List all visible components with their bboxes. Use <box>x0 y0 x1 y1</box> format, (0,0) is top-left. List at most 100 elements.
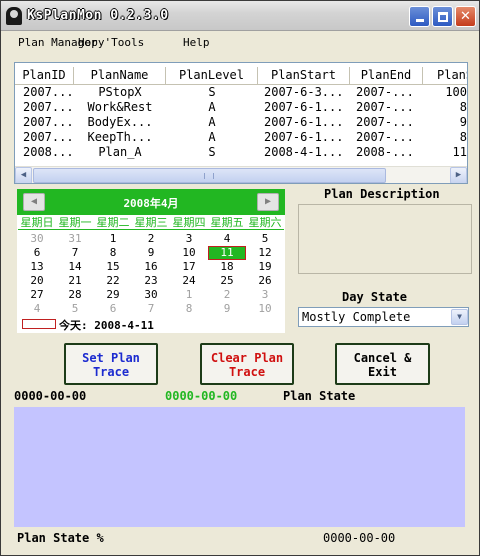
chevron-down-icon[interactable]: ▼ <box>451 309 468 325</box>
table-row[interactable]: 2007... KeepTh... A 2007-6-1... 2007-...… <box>15 130 467 145</box>
calendar-day[interactable]: 1 <box>94 232 132 246</box>
cell-planid: 2007... <box>23 130 74 144</box>
calendar-day[interactable]: 30 <box>18 232 56 246</box>
today-label[interactable]: 今天: 2008-4-11 <box>59 317 154 333</box>
scrollbar-thumb[interactable] <box>33 168 386 183</box>
calendar-day[interactable]: 9 <box>208 302 246 316</box>
calendar-day[interactable]: 27 <box>18 288 56 302</box>
calendar-day[interactable]: 31 <box>56 232 94 246</box>
plan-state-label: Plan State <box>283 389 356 403</box>
calendar-day[interactable]: 7 <box>56 246 94 260</box>
calendar-day[interactable]: 12 <box>246 246 284 260</box>
calendar-week-row: 13 14 15 16 17 18 19 <box>18 260 284 274</box>
cell-planstart: 2007-6-1... <box>264 115 344 129</box>
calendar-day[interactable]: 3 <box>246 288 284 302</box>
calendar-day[interactable]: 4 <box>18 302 56 316</box>
cell-planid: 2008... <box>23 145 74 159</box>
calendar-day[interactable]: 25 <box>208 274 246 288</box>
calendar-day[interactable]: 2 <box>208 288 246 302</box>
maximize-button[interactable] <box>432 6 453 27</box>
calendar-day[interactable]: 26 <box>246 274 284 288</box>
cell-planlevel: A <box>208 100 216 114</box>
table-row[interactable]: 2007... PStopX S 2007-6-3... 2007-... 10… <box>15 85 467 100</box>
cell-planname: Work&Rest <box>87 100 153 114</box>
cell-planspan: 8 <box>459 100 467 114</box>
menu-hopy-tools[interactable]: Hopy'Tools <box>78 36 144 49</box>
minimize-button[interactable] <box>409 6 430 27</box>
calendar-day[interactable]: 18 <box>208 260 246 274</box>
scroll-left-arrow-icon[interactable]: ◀ <box>15 167 32 183</box>
calendar-day[interactable]: 10 <box>246 302 284 316</box>
table-row[interactable]: 2008... Plan_A S 2008-4-1... 2008-... 11 <box>15 145 467 160</box>
column-header-planend[interactable]: PlanEnd <box>350 67 423 85</box>
plan-description-box[interactable] <box>298 204 472 274</box>
title-bar[interactable]: KsPlanMon 0.2.3.0 ✕ <box>1 1 479 31</box>
horizontal-scrollbar[interactable]: ◀ ▶ <box>15 166 467 183</box>
calendar-day[interactable]: 3 <box>170 232 208 246</box>
calendar-day[interactable]: 29 <box>94 288 132 302</box>
calendar-day[interactable]: 4 <box>208 232 246 246</box>
cell-planspan: 8 <box>459 130 467 144</box>
plan-state-percent-label: Plan State % <box>17 531 104 545</box>
calendar-day[interactable]: 8 <box>170 302 208 316</box>
cell-planname: BodyEx... <box>87 115 153 129</box>
calendar-day[interactable]: 24 <box>170 274 208 288</box>
calendar-day[interactable]: 28 <box>56 288 94 302</box>
plan-list-grid[interactable]: PlanID PlanName PlanLevel PlanStart Plan… <box>14 62 468 184</box>
maximize-icon <box>437 11 448 22</box>
calendar-day[interactable]: 19 <box>246 260 284 274</box>
calendar-day[interactable]: 8 <box>94 246 132 260</box>
minimize-icon <box>415 19 424 22</box>
calendar-day[interactable]: 6 <box>18 246 56 260</box>
close-button[interactable]: ✕ <box>455 6 476 27</box>
column-header-planid[interactable]: PlanID <box>15 67 74 85</box>
column-header-planspan[interactable]: PlanSpa <box>423 67 467 85</box>
set-plan-trace-button[interactable]: Set Plan Trace <box>64 343 158 385</box>
weekday-label: 星期日 <box>20 216 54 229</box>
calendar-day[interactable]: 30 <box>132 288 170 302</box>
calendar-day[interactable]: 6 <box>94 302 132 316</box>
day-state-select[interactable]: Mostly Complete ▼ <box>298 307 469 327</box>
weekday-header: 星期日 星期一 星期二 星期三 星期四 星期五 星期六 <box>18 216 284 230</box>
weekday-label: 星期四 <box>172 216 206 229</box>
weekday-label: 星期一 <box>58 216 92 229</box>
next-month-button[interactable]: ▶ <box>257 193 279 211</box>
column-header-planlevel[interactable]: PlanLevel <box>166 67 258 85</box>
calendar-month-label[interactable]: 2008年4月 <box>17 195 285 211</box>
calendar-day[interactable]: 7 <box>132 302 170 316</box>
cancel-exit-button[interactable]: Cancel & Exit <box>335 343 430 385</box>
column-header-planname[interactable]: PlanName <box>74 67 166 85</box>
calendar-day[interactable]: 9 <box>132 246 170 260</box>
table-row[interactable]: 2007... BodyEx... A 2007-6-1... 2007-...… <box>15 115 467 130</box>
scroll-right-arrow-icon[interactable]: ▶ <box>450 167 467 183</box>
table-row[interactable]: 2007... Work&Rest A 2007-6-1... 2007-...… <box>15 100 467 115</box>
menu-help[interactable]: Help <box>183 36 210 49</box>
calendar-header: ◀ 2008年4月 ▶ <box>17 189 285 215</box>
weekday-label: 星期三 <box>134 216 168 229</box>
calendar-day[interactable]: 14 <box>56 260 94 274</box>
calendar-day-selected[interactable]: 11 <box>208 246 246 260</box>
day-state-label: Day State <box>342 290 408 304</box>
calendar-day[interactable]: 23 <box>132 274 170 288</box>
calendar-day[interactable]: 16 <box>132 260 170 274</box>
menu-bar: Plan Manager Hopy'Tools Help <box>1 32 479 54</box>
grid-rows: 2007... PStopX S 2007-6-3... 2007-... 10… <box>15 85 467 160</box>
calendar-day[interactable]: 10 <box>170 246 208 260</box>
calendar-day[interactable]: 5 <box>246 232 284 246</box>
window-title: KsPlanMon 0.2.3.0 <box>27 8 169 23</box>
calendar-week-row: 27 28 29 30 1 2 3 <box>18 288 284 302</box>
calendar-day[interactable]: 13 <box>18 260 56 274</box>
calendar-day[interactable]: 5 <box>56 302 94 316</box>
column-header-planstart[interactable]: PlanStart <box>258 67 350 85</box>
calendar-week-row: 20 21 22 23 24 25 26 <box>18 274 284 288</box>
month-calendar[interactable]: ◀ 2008年4月 ▶ 星期日 星期一 星期二 星期三 星期四 星期五 星期六 … <box>17 189 285 333</box>
clear-plan-trace-button[interactable]: Clear Plan Trace <box>200 343 294 385</box>
calendar-day[interactable]: 20 <box>18 274 56 288</box>
calendar-day[interactable]: 2 <box>132 232 170 246</box>
calendar-day[interactable]: 21 <box>56 274 94 288</box>
calendar-day[interactable]: 17 <box>170 260 208 274</box>
calendar-day[interactable]: 1 <box>170 288 208 302</box>
calendar-day[interactable]: 15 <box>94 260 132 274</box>
calendar-day[interactable]: 22 <box>94 274 132 288</box>
cell-planstart: 2007-6-1... <box>264 130 344 144</box>
